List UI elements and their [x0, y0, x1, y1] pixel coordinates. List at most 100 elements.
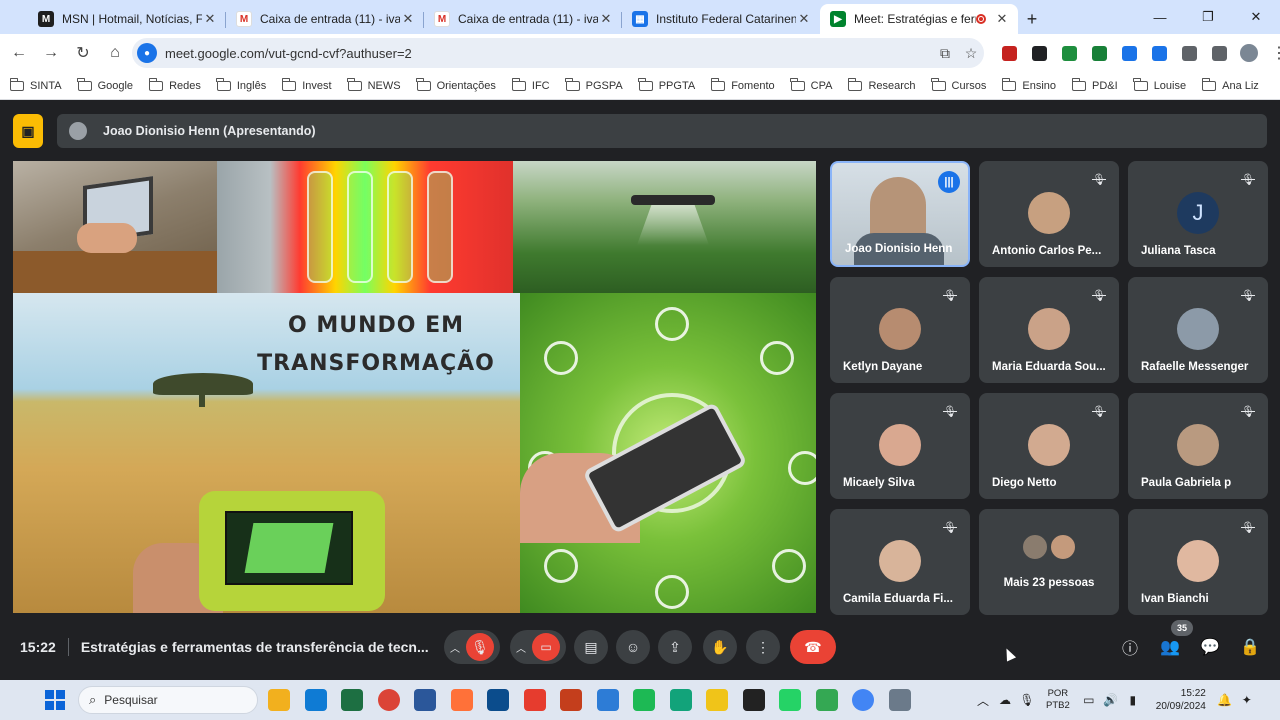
- participant-tile[interactable]: 🎙 Maria Eduarda Sou...: [979, 277, 1119, 383]
- battery-icon[interactable]: ▮: [1122, 693, 1144, 707]
- participant-tile[interactable]: 🎙 Rafaelle Messenger: [1128, 277, 1268, 383]
- raise-hand-button[interactable]: ✋: [703, 630, 737, 664]
- app-icon[interactable]: [523, 689, 546, 711]
- participant-tile[interactable]: 🎙 Diego Netto: [979, 393, 1119, 499]
- bookmark-folder[interactable]: Fomento: [710, 77, 775, 92]
- address-bar[interactable]: ● meet.google.com/vut-gcnd-cvf?authuser=…: [132, 38, 984, 68]
- word-icon[interactable]: [414, 689, 436, 711]
- bookmark-folder[interactable]: Redes: [148, 77, 201, 92]
- onedrive-icon[interactable]: ☁: [994, 693, 1016, 707]
- reload-icon[interactable]: ↻: [68, 38, 98, 68]
- chrome-icon[interactable]: [377, 689, 400, 711]
- app-icon[interactable]: [706, 689, 728, 711]
- close-tab-icon[interactable]: ✕: [994, 11, 1010, 27]
- app-icon[interactable]: [487, 689, 509, 711]
- present-button[interactable]: ⇪: [658, 630, 692, 664]
- notification-icon[interactable]: 🔔: [1214, 693, 1236, 707]
- tab-gmail-1[interactable]: M Caixa de entrada (11) - ivanbian ✕: [226, 4, 424, 34]
- close-window-icon[interactable]: ✕: [1232, 0, 1280, 34]
- participant-tile[interactable]: 🎙 Micaely Silva: [830, 393, 970, 499]
- people-icon[interactable]: 👥: [1157, 634, 1183, 660]
- extension-icon[interactable]: [1116, 38, 1142, 68]
- bookmark-folder[interactable]: Ana Liz: [1201, 77, 1259, 92]
- chevron-up-icon[interactable]: ︿: [450, 640, 460, 655]
- leave-call-button[interactable]: ☎: [790, 630, 836, 664]
- reactions-button[interactable]: ☺: [616, 630, 650, 664]
- firefox-icon[interactable]: [450, 689, 473, 711]
- bookmark-folder[interactable]: PD&I: [1071, 77, 1118, 92]
- extension-icon[interactable]: [1146, 38, 1172, 68]
- home-icon[interactable]: ⌂: [100, 38, 130, 68]
- bookmark-folder[interactable]: Cursos: [931, 77, 986, 92]
- microphone-icon[interactable]: 🎙: [1016, 693, 1038, 707]
- system-clock[interactable]: 15:22 20/09/2024: [1156, 687, 1206, 713]
- tab-ifc[interactable]: ▦ Instituto Federal Catarinense: ac ✕: [622, 4, 820, 34]
- bookmark-folder[interactable]: SINTA: [9, 77, 62, 92]
- settings-icon[interactable]: [888, 689, 911, 711]
- forward-icon[interactable]: →: [36, 38, 66, 68]
- network-icon[interactable]: ▭: [1078, 693, 1100, 707]
- camera-off-icon[interactable]: ▭: [532, 633, 560, 661]
- meeting-details-icon[interactable]: ⓘ: [1117, 634, 1143, 660]
- tab-msn[interactable]: M MSN | Hotmail, Notícias, Famos ✕: [28, 4, 226, 34]
- close-tab-icon[interactable]: ✕: [796, 11, 812, 27]
- bookmark-folder[interactable]: Invest: [281, 77, 332, 92]
- participant-tile[interactable]: 🎙 Ketlyn Dayane: [830, 277, 970, 383]
- restore-icon[interactable]: ❐: [1184, 0, 1232, 34]
- extension-icon[interactable]: [996, 38, 1022, 68]
- participant-tile[interactable]: ||| Joao Dionisio Henn: [830, 161, 970, 267]
- bookmark-folder[interactable]: Ensino: [1001, 77, 1056, 92]
- participant-tile[interactable]: J 🎙 Juliana Tasca: [1128, 161, 1268, 267]
- bookmark-folder[interactable]: Research: [848, 77, 916, 92]
- bookmark-folder[interactable]: PPGTA: [638, 77, 695, 92]
- participant-tile[interactable]: 🎙 Paula Gabriela p: [1128, 393, 1268, 499]
- site-info-icon[interactable]: ●: [137, 43, 157, 63]
- more-options-button[interactable]: ⋮: [746, 630, 780, 664]
- excel-icon[interactable]: [341, 689, 363, 711]
- windows-start-icon[interactable]: [45, 690, 65, 710]
- back-icon[interactable]: ←: [4, 38, 34, 68]
- chevron-up-icon[interactable]: ︿: [972, 692, 994, 709]
- extension-icon[interactable]: [1026, 38, 1052, 68]
- open-in-app-icon[interactable]: ⧉: [932, 45, 958, 62]
- taskbar-search[interactable]: ⌕ Pesquisar: [78, 686, 258, 714]
- close-tab-icon[interactable]: ✕: [202, 11, 218, 27]
- bookmark-star-icon[interactable]: ☆: [958, 45, 984, 62]
- app-icon[interactable]: [596, 689, 619, 711]
- bookmark-folder[interactable]: Orientações: [416, 77, 496, 92]
- close-tab-icon[interactable]: ✕: [598, 11, 614, 27]
- whatsapp-icon[interactable]: [779, 689, 801, 711]
- bookmark-folder[interactable]: Louise: [1133, 77, 1186, 92]
- bookmark-folder[interactable]: Inglês: [216, 77, 266, 92]
- extension-icon[interactable]: [1056, 38, 1082, 68]
- tab-gmail-2[interactable]: M Caixa de entrada (11) - ivan.bian ✕: [424, 4, 622, 34]
- chevron-up-icon[interactable]: ︿: [516, 640, 526, 655]
- app-icon[interactable]: [815, 689, 838, 711]
- camera-control[interactable]: ︿ ▭: [510, 630, 566, 664]
- chrome-active-icon[interactable]: [852, 689, 874, 711]
- bookmark-folder[interactable]: Google: [77, 77, 133, 92]
- close-tab-icon[interactable]: ✕: [400, 11, 416, 27]
- chat-icon[interactable]: 💬: [1197, 634, 1223, 660]
- extension-icon[interactable]: [1176, 38, 1202, 68]
- participant-tile[interactable]: 🎙 Camila Eduarda Fi...: [830, 509, 970, 615]
- app-icon[interactable]: [742, 689, 765, 711]
- profile-avatar[interactable]: [1236, 38, 1262, 68]
- bookmark-folder[interactable]: PGSPA: [565, 77, 623, 92]
- bookmark-folder[interactable]: IFC: [511, 77, 550, 92]
- extension-icon[interactable]: [1086, 38, 1112, 68]
- participant-tile[interactable]: 🎙 Ivan Bianchi: [1128, 509, 1268, 615]
- bookmark-folder[interactable]: CPA: [790, 77, 832, 92]
- microphone-control[interactable]: ︿ 🎙: [444, 630, 500, 664]
- mic-off-icon[interactable]: 🎙: [466, 633, 494, 661]
- tab-meet[interactable]: ▶ Meet: Estratégias e ferrame ✕: [820, 4, 1018, 34]
- stop-presenting-icon[interactable]: ▣: [13, 114, 43, 148]
- language-indicator[interactable]: POR PTB2: [1046, 688, 1070, 712]
- url-text[interactable]: meet.google.com/vut-gcnd-cvf?authuser=2: [165, 46, 932, 61]
- app-icon[interactable]: [669, 689, 692, 711]
- bookmark-folder[interactable]: NEWS: [347, 77, 401, 92]
- powerpoint-icon[interactable]: [560, 689, 582, 711]
- volume-icon[interactable]: 🔊: [1100, 693, 1122, 707]
- spotify-icon[interactable]: [633, 689, 655, 711]
- browser-menu-icon[interactable]: ⋮: [1266, 38, 1280, 68]
